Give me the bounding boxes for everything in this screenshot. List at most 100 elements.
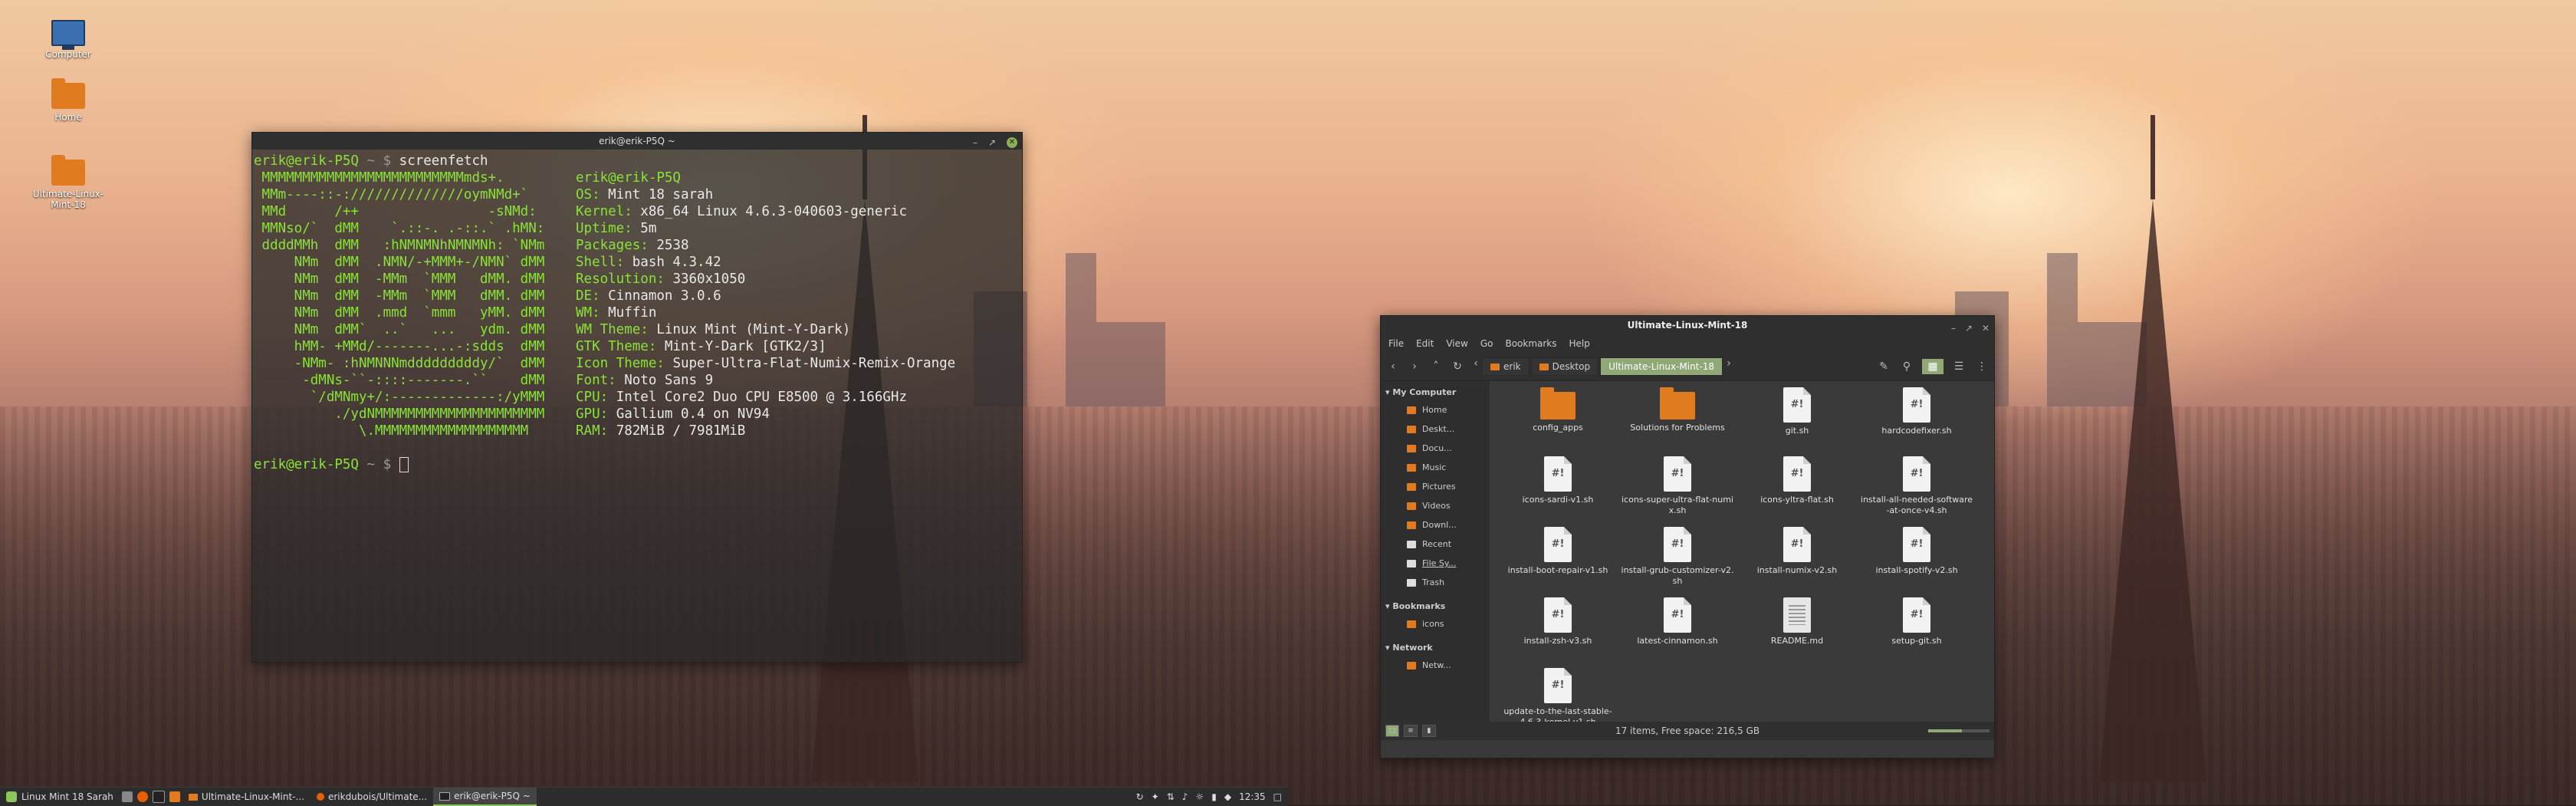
file-item[interactable]: #!update-to-the-last-stable-4.6.3-kernel… [1500,668,1615,728]
file-grid[interactable]: config_apps Solutions for Problems #! git.s… [1490,381,1994,727]
sidebar-item-videos[interactable]: Videos [1381,496,1490,515]
info-value: x86_64 Linux 4.6.3-040603-generic [632,204,907,219]
close-icon[interactable]: ✕ [1007,137,1017,148]
volume-icon[interactable]: ♪ [1182,791,1188,802]
file-manager-titlebar[interactable]: Ultimate-Linux-Mint-18 – ↗ ✕ [1381,316,1994,334]
battery-icon[interactable]: ▮ [1211,791,1217,802]
info-value: Mint-Y-Dark [GTK2/3] [656,339,826,354]
file-item[interactable]: #! icons-super-ultra-flat-numix.sh [1620,456,1735,516]
file-item[interactable]: Solutions for Problems [1620,387,1735,433]
files-launcher-icon[interactable] [169,791,180,802]
minimize-icon[interactable]: – [973,134,978,151]
reload-icon[interactable]: ↻ [1450,360,1465,373]
dropbox-icon[interactable]: ✦ [1152,791,1159,802]
crumb-desktop[interactable]: Desktop [1530,357,1599,376]
desktop-icon-home[interactable]: Home [26,78,110,123]
menu-file[interactable]: File [1388,338,1404,349]
logo-line: ddddMMh dMM :hNMNMNhNMNMNh: `NMm [254,238,545,253]
close-icon[interactable]: ✕ [1982,319,1990,337]
task-terminal[interactable]: erik@erik-P5Q ~ [433,788,537,806]
info-row: WM Theme: Linux Mint (Mint-Y-Dark) [576,321,955,338]
sidebar: ▾ My Computer Home Deskt... Docu... Musi… [1381,381,1490,722]
crumb-left-arrow-icon[interactable]: ‹ [1471,357,1480,376]
sidebar-item-home[interactable]: Home [1381,400,1490,419]
sidebar-item-pictures[interactable]: Pictures [1381,477,1490,496]
mint-ascii-logo: MMMMMMMMMMMMMMMMMMMMMMMMMmds+. MMm----::… [254,169,576,439]
menu-go[interactable]: Go [1480,338,1493,349]
crumb-erik[interactable]: erik [1482,357,1530,376]
redshift-icon[interactable]: ☼ [1195,791,1204,802]
file-manager-window[interactable]: Ultimate-Linux-Mint-18 – ↗ ✕ File Edit V… [1380,315,1995,758]
terminal-window[interactable]: erik@erik-P5Q ~ – ↗ ✕ erik@erik-P5Q ~ $ … [251,132,1023,663]
firefox-launcher-icon[interactable] [136,791,148,802]
file-item[interactable]: config_apps [1500,387,1615,433]
info-value: Linux Mint (Mint-Y-Dark) [648,322,851,337]
forward-icon[interactable]: › [1407,360,1422,373]
file-item[interactable]: #! latest-cinnamon.sh [1620,597,1735,646]
crumb-right-arrow-icon[interactable]: › [1724,357,1733,376]
task-file-manager[interactable]: Ultimate-Linux-Mint-... [182,788,310,805]
file-item[interactable]: #! install-numix-v2.sh [1740,527,1855,576]
maximize-icon[interactable]: ↗ [988,134,996,151]
file-item[interactable]: #! install-zsh-v3.sh [1500,597,1615,646]
file-item[interactable]: #! icons-sardi-v1.sh [1500,456,1615,505]
menu-edit[interactable]: Edit [1416,338,1434,349]
sidebar-item-downloads[interactable]: Downl... [1381,515,1490,535]
menu-view[interactable]: View [1446,338,1467,349]
maximize-icon[interactable]: ↗ [1965,319,1973,337]
logo-line: -NMm- :hNMNNNmdddddddddy/` dMM [254,356,545,371]
clock[interactable]: 12:35 [1239,791,1266,802]
file-item[interactable]: #! install-boot-repair-v1.sh [1500,527,1615,576]
file-item[interactable]: #! install-spotify-v2.sh [1859,527,1974,576]
desktop-icon-computer[interactable]: Computer [26,20,110,60]
sidebar-item-network[interactable]: Netw... [1381,656,1490,675]
compact-view-icon[interactable]: ⋮ [1974,360,1990,373]
file-item[interactable]: #! install-all-needed-software-at-once-v4… [1859,456,1974,516]
update-icon[interactable]: ↻ [1136,791,1144,802]
info-row: GPU: Gallium 0.4 on NV94 [576,406,955,423]
sidebar-section-my-computer[interactable]: ▾ My Computer [1381,384,1490,400]
sidebar-item-music[interactable]: Music [1381,458,1490,477]
list-view-icon[interactable]: ☰ [1951,360,1967,373]
sidebar-item-trash[interactable]: Trash [1381,573,1490,592]
search-icon[interactable]: ⚲ [1899,360,1914,373]
sidebar-item-desktop[interactable]: Deskt... [1381,419,1490,439]
sidebar-item-documents[interactable]: Docu... [1381,439,1490,458]
file-item[interactable]: #! setup-git.sh [1859,597,1974,646]
file-name: install-boot-repair-v1.sh [1507,565,1608,575]
file-item[interactable]: #! hardcodefixer.sh [1859,387,1974,436]
menu-bookmarks[interactable]: Bookmarks [1505,338,1556,349]
sidebar-section-network[interactable]: ▾ Network [1381,640,1490,656]
file-item[interactable]: #! icons-yltra-flat.sh [1740,456,1855,505]
notifications-icon[interactable]: □ [1273,791,1282,802]
script-file-icon: #! [1544,456,1572,492]
terminal-title: erik@erik-P5Q ~ [599,136,675,146]
menu-button[interactable]: Linux Mint 18 Sarah [0,791,120,802]
shield-icon[interactable]: ◆ [1224,791,1231,802]
sidebar-section-bookmarks[interactable]: ▾ Bookmarks [1381,598,1490,614]
network-tray-icon[interactable]: ⇅ [1167,791,1175,802]
back-icon[interactable]: ‹ [1385,360,1401,373]
sidebar-item-filesystem[interactable]: File Sy... [1381,554,1490,573]
terminal-launcher-icon[interactable] [152,791,165,803]
desktop-icon-ultimate-linux-mint[interactable]: Ultimate-Linux-Mint-18 [26,155,110,210]
location-toggle-icon[interactable]: ✎ [1876,360,1891,373]
show-desktop-icon[interactable] [121,791,133,802]
crumb-current[interactable]: Ultimate-Linux-Mint-18 [1600,357,1723,376]
sidebar-item-recent[interactable]: Recent [1381,535,1490,554]
task-firefox[interactable]: erikdubois/Ultimate... [310,788,433,805]
zoom-slider[interactable] [1928,729,1990,732]
info-row: RAM: 782MiB / 7981MiB [576,423,955,439]
file-item[interactable]: #! git.sh [1740,387,1855,436]
icon-view-icon[interactable]: ▦ [1922,359,1944,374]
minimize-icon[interactable]: – [1951,319,1956,337]
up-icon[interactable]: ˄ [1428,360,1444,373]
terminal-titlebar[interactable]: erik@erik-P5Q ~ – ↗ ✕ [252,133,1022,150]
sidebar-item-icons[interactable]: icons [1381,614,1490,633]
terminal-output[interactable]: erik@erik-P5Q ~ $ screenfetch MMMMMMMMMM… [252,150,1022,476]
file-name: icons-super-ultra-flat-numix.sh [1622,495,1733,515]
menu-help[interactable]: Help [1569,338,1590,349]
file-item[interactable]: README.md [1740,597,1855,646]
info-key: GTK Theme: [576,339,657,354]
file-item[interactable]: #! install-grub-customizer-v2.sh [1620,527,1735,587]
